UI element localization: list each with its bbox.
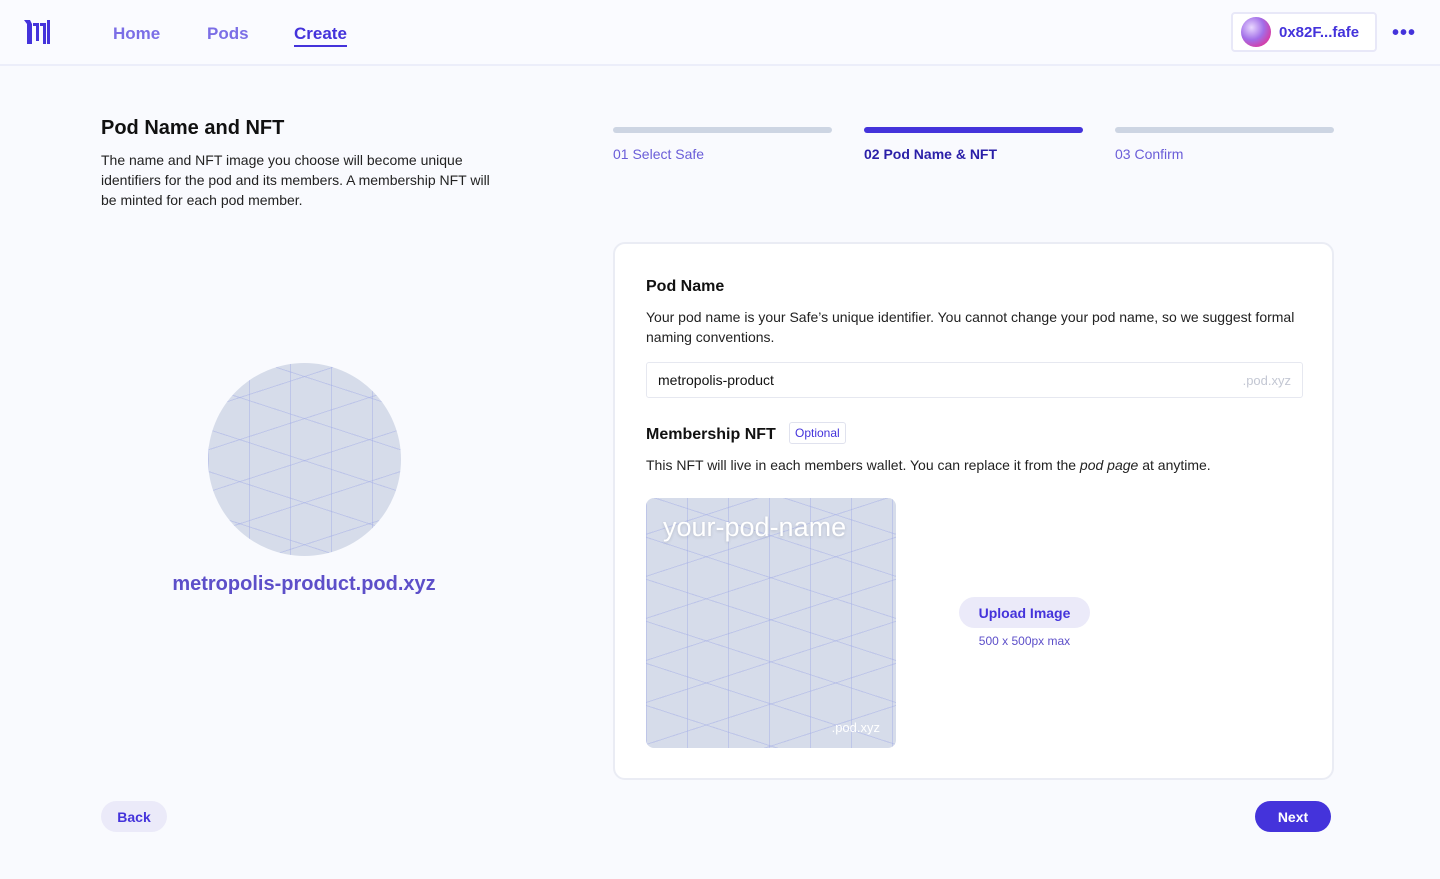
pod-name-description: Your pod name is your Safe’s unique iden… <box>646 309 1295 345</box>
pod-name-input[interactable]: metropolis-product .pod.xyz <box>646 362 1303 398</box>
page-description: The name and NFT image you choose will b… <box>101 152 490 208</box>
ellipsis-icon[interactable]: ••• <box>1392 22 1416 45</box>
step-select-safe: 01 Select Safe <box>613 127 832 162</box>
step-confirm: 03 Confirm <box>1115 127 1334 162</box>
nft-preview-suffix: .pod.xyz <box>831 720 880 735</box>
upload-hint: 500 x 500px max <box>978 634 1071 648</box>
membership-nft-description: This NFT will live in each members walle… <box>646 455 1306 475</box>
nav-pods[interactable]: Pods <box>207 24 249 44</box>
desc-text: This NFT will live in each members walle… <box>646 457 1080 473</box>
optional-badge: Optional <box>789 422 846 444</box>
pod-avatar-preview <box>208 363 401 556</box>
step-bar <box>613 127 832 133</box>
nav-create[interactable]: Create <box>294 24 347 47</box>
upload-image-button[interactable]: Upload Image <box>959 597 1090 628</box>
page-title: Pod Name and NFT <box>101 117 285 139</box>
step-bar <box>864 127 1083 133</box>
top-nav: Home Pods Create 0x82F...fafe ••• <box>0 0 1440 66</box>
pod-name-value: metropolis-product <box>658 372 774 388</box>
pod-name-suffix: .pod.xyz <box>1242 372 1291 388</box>
membership-nft-heading: Membership NFT <box>646 426 776 443</box>
wallet-button[interactable]: 0x82F...fafe <box>1231 12 1377 52</box>
nav-home[interactable]: Home <box>113 24 160 44</box>
nft-preview: your-pod-name .pod.xyz <box>646 498 896 748</box>
next-button[interactable]: Next <box>1255 801 1331 832</box>
form-card: Pod Name Your pod name is your Safe’s un… <box>613 242 1334 780</box>
wallet-address: 0x82F...fafe <box>1279 23 1360 41</box>
logo-icon[interactable] <box>24 20 50 44</box>
desc-text: at anytime. <box>1138 457 1211 473</box>
nft-preview-name: your-pod-name <box>663 512 847 542</box>
pod-name-heading: Pod Name <box>646 278 725 295</box>
pod-page-text: pod page <box>1079 457 1139 473</box>
step-pod-name-nft: 02 Pod Name & NFT <box>864 127 1083 162</box>
step-bar <box>1115 127 1334 133</box>
avatar <box>1241 17 1271 47</box>
step-label: 01 Select Safe <box>613 146 705 162</box>
back-button[interactable]: Back <box>101 801 167 832</box>
step-label: 03 Confirm <box>1115 146 1184 162</box>
step-label: 02 Pod Name & NFT <box>864 146 998 162</box>
pod-url: metropolis-product.pod.xyz <box>172 573 436 595</box>
